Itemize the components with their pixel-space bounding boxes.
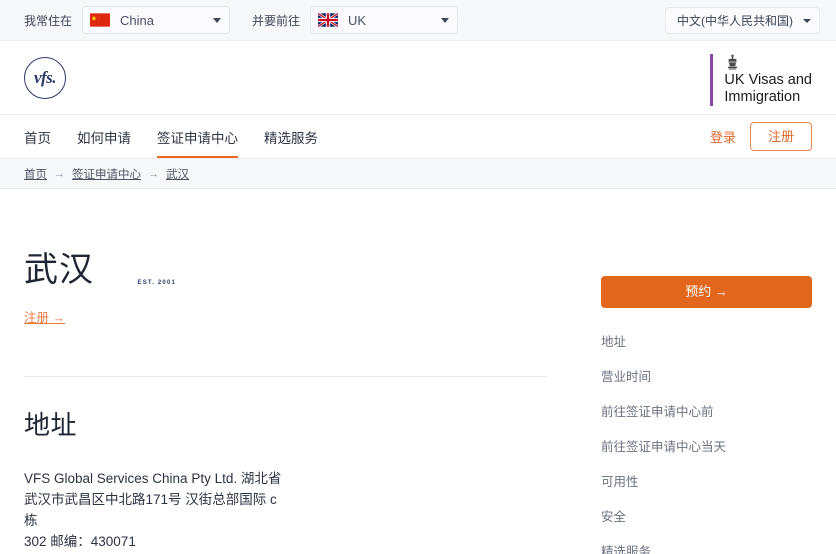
sidebar-item-opening-hours[interactable]: 营业时间 <box>601 366 812 385</box>
ukvi-title-line1: UK Visas and <box>724 72 812 88</box>
section-divider <box>24 376 547 377</box>
language-value: 中文(中华人民共和国) <box>677 14 793 28</box>
register-link[interactable]: 注册 → <box>24 307 65 326</box>
address-line-1: VFS Global Services China Pty Ltd. 湖北省 <box>24 471 282 486</box>
address-line-3: 302 邮编：430071 <box>24 534 136 549</box>
uk-visas-immigration-logo: UK Visas and Immigration <box>710 54 812 106</box>
sidebar-item-address[interactable]: 地址 <box>601 331 812 350</box>
chevron-down-icon <box>441 17 450 23</box>
address-line-2: 武汉市武昌区中北路171号 汉街总部国际 c栋 <box>24 492 277 528</box>
sidebar-links: 地址 营业时间 前往签证申请中心前 前往签证申请中心当天 可用性 安全 精选服务 <box>601 331 812 554</box>
brand-header: vfs. VFS.GLOBAL EST. 2001 UK Visas and I <box>0 41 836 286</box>
nav-item-home[interactable]: 首页 <box>24 115 51 158</box>
destination-country-select[interactable]: UK <box>310 6 459 34</box>
royal-crown-icon <box>728 54 738 70</box>
nav-item-visa-application-centre[interactable]: 签证申请中心 <box>157 115 238 158</box>
nav-item-label: 精选服务 <box>264 130 318 146</box>
vfs-monogram-icon: vfs. <box>24 56 66 99</box>
destination-country-value: UK <box>348 12 367 28</box>
sidebar-item-security[interactable]: 安全 <box>601 506 812 525</box>
login-link[interactable]: 登录 <box>710 127 736 146</box>
main-content: 武汉 注册 → 地址 VFS Global Services China Pty… <box>0 242 836 554</box>
destination-label: 并要前往 <box>252 13 301 28</box>
nav-item-label: 如何申请 <box>77 130 131 146</box>
ukvi-title-line2: Immigration <box>724 89 801 105</box>
nav-item-label: 首页 <box>24 130 51 146</box>
nav-item-optional-services[interactable]: 精选服务 <box>264 115 318 158</box>
main-navigation: 首页 如何申请 签证申请中心 精选服务 登录 注册 <box>0 115 836 159</box>
register-button[interactable]: 注册 <box>749 122 812 151</box>
book-appointment-button[interactable]: 预约 → <box>601 276 812 308</box>
uk-flag-icon <box>318 13 339 27</box>
nav-item-label: 签证申请中心 <box>157 130 238 146</box>
nav-item-how-to-apply[interactable]: 如何申请 <box>77 115 131 158</box>
sidebar-item-before-your-visit[interactable]: 前往签证申请中心前 <box>601 401 812 420</box>
sidebar-item-availability[interactable]: 可用性 <box>601 471 812 490</box>
sidebar-item-optional-services[interactable]: 精选服务 <box>601 541 812 554</box>
sidebar: 预约 → 地址 营业时间 前往签证申请中心前 前往签证申请中心当天 可用性 安全… <box>601 276 812 554</box>
language-select[interactable]: 中文(中华人民共和国) <box>665 7 820 34</box>
vfs-monogram-text: vfs. <box>33 67 57 87</box>
chevron-down-icon <box>803 18 811 23</box>
address-block: VFS Global Services China Pty Ltd. 湖北省 武… <box>24 468 289 552</box>
sidebar-item-day-of-visit[interactable]: 前往签证申请中心当天 <box>601 436 812 455</box>
